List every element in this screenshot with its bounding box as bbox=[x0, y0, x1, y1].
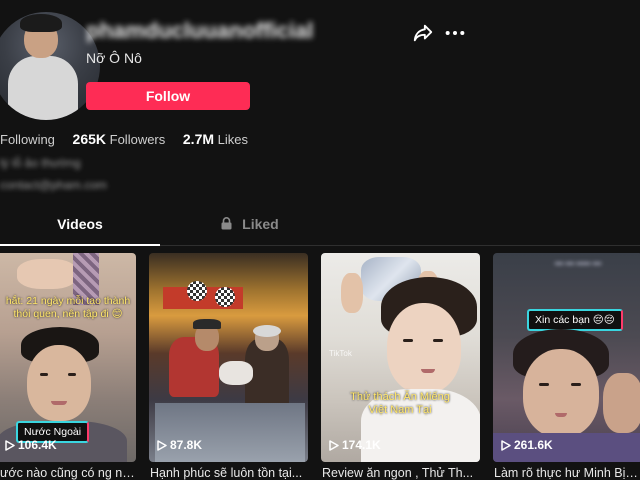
video-title[interactable]: Hạnh phúc sẽ luôn tồn tại... bbox=[150, 466, 304, 480]
blur-patch bbox=[187, 281, 207, 301]
video-view-count: 87.8K bbox=[170, 438, 203, 452]
video-overlay-text: Thử thách Ăn Miếng Việt Nam Tại bbox=[350, 391, 450, 416]
tiktok-watermark: TikTok bbox=[329, 349, 352, 358]
followers-label: Followers bbox=[109, 132, 166, 147]
more-icon[interactable] bbox=[444, 22, 466, 44]
video-views: 87.8K bbox=[157, 438, 202, 452]
followers-count: 265K bbox=[72, 131, 107, 147]
video-card[interactable]: ▪▪▪ ▪▪▪ ▪▪▪▪▪ ▪▪▪ Xin các bạn 😔😔 261.6K bbox=[493, 253, 640, 462]
bio-line[interactable]: contact@pham.com bbox=[0, 178, 140, 192]
play-icon bbox=[329, 440, 339, 451]
likes-stat: 2.7M Likes bbox=[183, 131, 248, 147]
video-card[interactable]: hắt: 21 ngày mỗi tạo thành thói quen, nê… bbox=[0, 253, 136, 462]
profile-nickname: Nỡ Ô Nô bbox=[86, 50, 142, 66]
video-card[interactable]: 87.8K bbox=[149, 253, 308, 462]
play-icon bbox=[501, 440, 511, 451]
likes-count: 2.7M bbox=[182, 131, 215, 147]
video-title[interactable]: Review ăn ngon , Thử Th... bbox=[322, 466, 476, 480]
tab-videos[interactable]: Videos bbox=[0, 216, 160, 244]
video-view-count: 261.6K bbox=[514, 438, 553, 452]
play-icon bbox=[157, 440, 167, 451]
play-icon bbox=[5, 440, 15, 451]
bio-line: lý lỗ ảo thường bbox=[0, 156, 81, 170]
video-title[interactable]: ước nào cũng có ng nà... bbox=[0, 466, 136, 480]
tab-videos-label: Videos bbox=[57, 216, 103, 232]
tab-liked-label: Liked bbox=[242, 216, 279, 232]
video-view-count: 106.4K bbox=[18, 438, 57, 452]
active-tab-indicator bbox=[0, 244, 160, 246]
video-overlay-text: hắt: 21 ngày mỗi tạo thành thói quen, nê… bbox=[5, 295, 131, 320]
video-views: 106.4K bbox=[5, 438, 57, 452]
tab-liked[interactable]: Liked bbox=[160, 216, 340, 244]
following-link[interactable]: Following bbox=[0, 132, 55, 147]
lock-icon bbox=[221, 217, 232, 233]
follow-button[interactable]: Follow bbox=[86, 82, 250, 110]
followers-link[interactable]: 265K Followers bbox=[73, 131, 166, 147]
video-views: 261.6K bbox=[501, 438, 553, 452]
profile-stats: Following 265K Followers 2.7M Likes bbox=[0, 131, 248, 147]
video-title[interactable]: Làm rõ thực hư Minh Bị n... bbox=[494, 466, 640, 480]
video-overlay-text: ▪▪▪ ▪▪▪ ▪▪▪▪▪ ▪▪▪ bbox=[554, 259, 602, 268]
video-card[interactable]: TikTok Thử thách Ăn Miếng Việt Nam Tại 1… bbox=[321, 253, 480, 462]
video-sticker: Xin các bạn 😔😔 bbox=[527, 309, 623, 331]
video-view-count: 174.1K bbox=[342, 438, 381, 452]
share-icon[interactable] bbox=[412, 22, 434, 44]
likes-label: Likes bbox=[217, 132, 248, 147]
following-label: Following bbox=[0, 132, 55, 147]
profile-username: phamducluuanofficial bbox=[86, 18, 314, 43]
video-views: 174.1K bbox=[329, 438, 381, 452]
blur-patch bbox=[215, 287, 235, 307]
profile-avatar[interactable] bbox=[0, 12, 100, 120]
video-thumbnail bbox=[17, 259, 77, 289]
tab-divider bbox=[160, 245, 640, 246]
